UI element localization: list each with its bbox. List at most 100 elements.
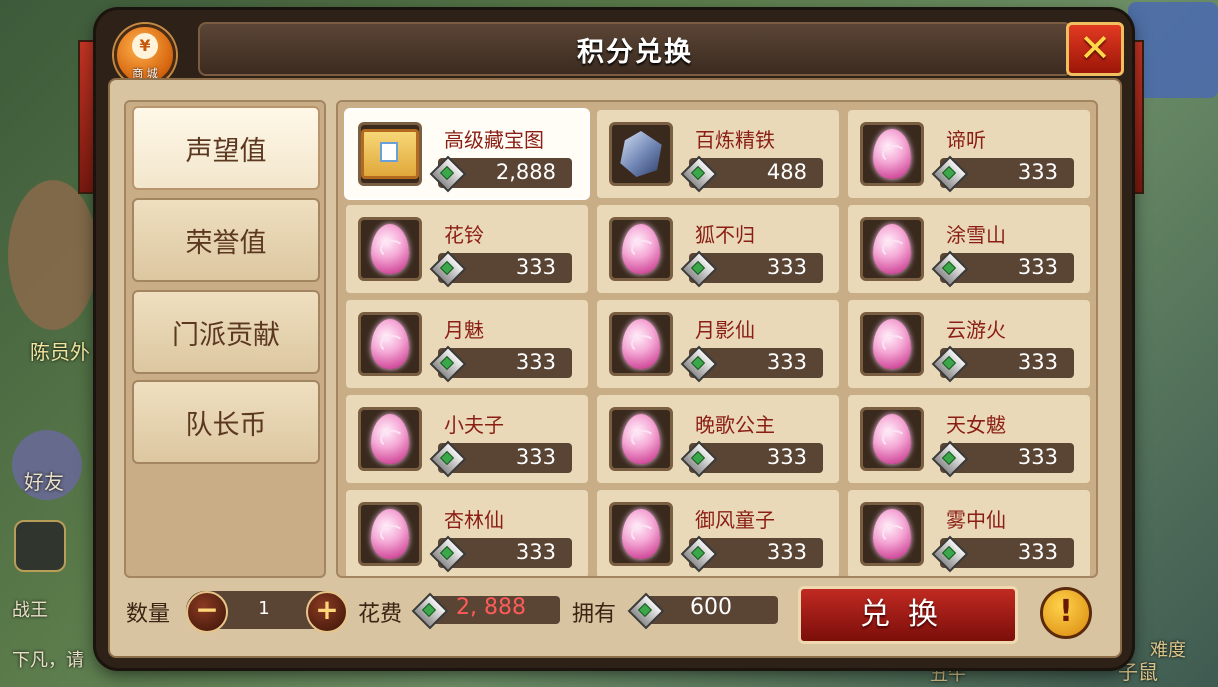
- background-npc-name: 陈员外: [30, 340, 90, 364]
- pet-egg-icon: [873, 224, 911, 274]
- pet-egg-icon: [371, 319, 409, 369]
- item-name: 狐不归: [695, 223, 755, 247]
- tab-captain-coin[interactable]: 队长币: [132, 380, 320, 464]
- pet-egg-icon: [873, 509, 911, 559]
- pet-egg-icon: [873, 319, 911, 369]
- item-price-bar: 333: [680, 535, 823, 573]
- quantity-label: 数量: [126, 602, 171, 627]
- item-price: 333: [766, 350, 807, 374]
- item-card[interactable]: 涂雪山 333: [846, 203, 1092, 295]
- item-card[interactable]: 花铃 333: [344, 203, 590, 295]
- item-icon-frame: [358, 122, 422, 186]
- info-icon[interactable]: !: [1040, 587, 1092, 639]
- item-card[interactable]: 谛听 333: [846, 108, 1092, 200]
- item-card[interactable]: 天女魃 333: [846, 393, 1092, 485]
- item-icon-frame: [860, 312, 924, 376]
- background-npc-portrait: [8, 180, 98, 330]
- prestige-point-icon: [680, 155, 718, 193]
- pet-egg-icon: [873, 129, 911, 179]
- prestige-point-icon: [931, 440, 969, 478]
- item-card[interactable]: 云游火 333: [846, 298, 1092, 390]
- item-name: 杏林仙: [444, 508, 504, 532]
- pet-egg-icon: [622, 414, 660, 464]
- item-name: 涂雪山: [946, 223, 1006, 247]
- prestige-point-icon: [680, 250, 718, 288]
- minus-button[interactable]: −: [186, 591, 228, 633]
- prestige-point-icon: [931, 535, 969, 573]
- item-icon-frame: [609, 407, 673, 471]
- pet-egg-icon: [622, 509, 660, 559]
- close-button[interactable]: ✕: [1066, 22, 1124, 76]
- item-icon-frame: [358, 312, 422, 376]
- owned-value: 600: [690, 595, 732, 620]
- yen-coin-icon: ¥: [132, 33, 158, 59]
- tab-prestige[interactable]: 声望值: [132, 106, 320, 190]
- item-card[interactable]: 月影仙 333: [595, 298, 841, 390]
- item-name: 雾中仙: [946, 508, 1006, 532]
- tab-honor[interactable]: 荣誉值: [132, 198, 320, 282]
- prestige-point-icon: [429, 535, 467, 573]
- difficulty-label: 难度: [1150, 640, 1186, 661]
- item-price-bar: 333: [429, 535, 572, 573]
- friend-label[interactable]: 好友: [24, 466, 64, 495]
- prestige-point-icon: [931, 250, 969, 288]
- chat-line-1: 战王: [12, 600, 48, 621]
- item-price-bar: 333: [931, 440, 1074, 478]
- item-price: 333: [1017, 350, 1058, 374]
- dialog-title: 积分兑换: [577, 36, 693, 68]
- item-name: 云游火: [946, 318, 1006, 342]
- quantity-value[interactable]: 1: [242, 598, 286, 619]
- item-name: 高级藏宝图: [444, 128, 544, 152]
- item-icon-frame: [609, 122, 673, 186]
- item-card[interactable]: 狐不归 333: [595, 203, 841, 295]
- item-price-bar: 333: [931, 535, 1074, 573]
- item-price: 333: [515, 445, 556, 469]
- item-name: 晚歌公主: [695, 413, 775, 437]
- item-price-bar: 333: [931, 250, 1074, 288]
- item-card[interactable]: 杏林仙 333: [344, 488, 590, 576]
- item-price: 333: [515, 350, 556, 374]
- item-card[interactable]: 晚歌公主 333: [595, 393, 841, 485]
- tab-sect-contribution[interactable]: 门派贡献: [132, 290, 320, 374]
- item-card[interactable]: 小夫子 333: [344, 393, 590, 485]
- prestige-point-icon: [429, 155, 467, 193]
- item-icon-frame: [609, 502, 673, 566]
- shop-badge-icon[interactable]: ¥ 商 城: [114, 24, 176, 86]
- prestige-point-icon: [931, 155, 969, 193]
- plus-button[interactable]: +: [306, 591, 348, 633]
- prestige-point-icon: [680, 345, 718, 383]
- chat-line-2: 下凡，请: [12, 650, 84, 671]
- item-card[interactable]: 百炼精铁 488: [595, 108, 841, 200]
- pet-egg-icon: [622, 319, 660, 369]
- item-name: 百炼精铁: [695, 128, 775, 152]
- item-price: 333: [1017, 445, 1058, 469]
- item-price: 333: [515, 540, 556, 564]
- owned-label: 拥有: [572, 602, 617, 627]
- chat-icon[interactable]: [14, 520, 66, 572]
- pet-egg-icon: [371, 224, 409, 274]
- item-name: 月影仙: [695, 318, 755, 342]
- item-icon-frame: [860, 407, 924, 471]
- item-name: 小夫子: [444, 413, 504, 437]
- item-price-bar: 333: [931, 155, 1074, 193]
- item-icon-frame: [609, 217, 673, 281]
- item-icon-frame: [609, 312, 673, 376]
- item-price-bar: 333: [429, 250, 572, 288]
- prestige-point-icon: [680, 535, 718, 573]
- item-card[interactable]: 雾中仙 333: [846, 488, 1092, 576]
- item-icon-frame: [860, 122, 924, 186]
- item-card[interactable]: 月魅 333: [344, 298, 590, 390]
- item-price: 333: [766, 540, 807, 564]
- prestige-point-icon: [411, 592, 449, 630]
- item-icon-frame: [358, 407, 422, 471]
- prestige-point-icon: [429, 440, 467, 478]
- item-price-bar: 333: [680, 345, 823, 383]
- item-price-bar: 333: [680, 250, 823, 288]
- item-card[interactable]: 御风童子 333: [595, 488, 841, 576]
- refined-iron-icon: [620, 131, 662, 177]
- exchange-button[interactable]: 兑换: [798, 586, 1018, 644]
- item-card[interactable]: 高级藏宝图 2,888: [344, 108, 590, 200]
- pet-egg-icon: [622, 224, 660, 274]
- item-icon-frame: [860, 502, 924, 566]
- item-price: 333: [1017, 255, 1058, 279]
